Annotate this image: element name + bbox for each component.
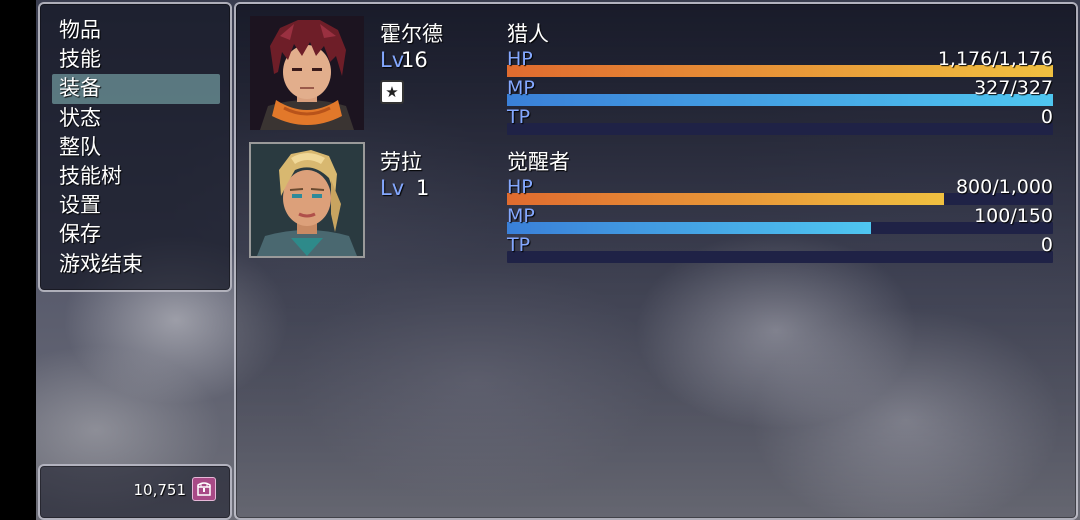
tp-gauge-track	[507, 123, 1053, 135]
level-value: 1	[416, 176, 430, 200]
hp-label: HP	[507, 48, 533, 70]
tp-label: TP	[507, 234, 531, 256]
level-value: 16	[401, 48, 428, 72]
command-menu: 物品 技能 装备 状态 整队 技能树 设置 保存 游戏结束	[52, 16, 220, 279]
mp-label: MP	[507, 77, 535, 99]
party-status-window: 霍尔德 Lv 16 ★ 猎人 HP 1,176/1,176 MP 327/327…	[234, 2, 1078, 520]
mp-label: MP	[507, 205, 535, 227]
actor-name: 霍尔德	[380, 22, 443, 46]
menu-item-skills[interactable]: 技能	[52, 45, 220, 74]
menu-item-formation[interactable]: 整队	[52, 133, 220, 162]
tp-value: 0	[1040, 106, 1053, 128]
mp-gauge-track	[507, 94, 1053, 106]
gold-value: 10,751	[133, 481, 187, 499]
portrait-hold	[250, 16, 364, 130]
mp-value: 327/327	[974, 77, 1053, 99]
hp-label: HP	[507, 176, 533, 198]
menu-item-options[interactable]: 设置	[52, 191, 220, 220]
actor-name: 劳拉	[380, 150, 422, 174]
tp-gauge: TP 0	[507, 234, 1053, 263]
tp-value: 0	[1040, 234, 1053, 256]
gold-window: 10,751	[38, 464, 232, 520]
treasure-chest-icon	[192, 477, 216, 501]
hp-gauge-fill	[507, 193, 944, 205]
tp-label: TP	[507, 106, 531, 128]
menu-item-skill-tree[interactable]: 技能树	[52, 162, 220, 191]
menu-item-game-end[interactable]: 游戏结束	[52, 250, 220, 279]
portrait-laura	[249, 142, 365, 258]
command-menu-window: 物品 技能 装备 状态 整队 技能树 设置 保存 游戏结束	[38, 2, 232, 292]
actor-class: 觉醒者	[507, 150, 570, 174]
menu-item-equip[interactable]: 装备	[52, 74, 220, 104]
mp-gauge-fill	[507, 94, 1053, 106]
mp-gauge: MP 327/327	[507, 77, 1053, 106]
mp-gauge-fill	[507, 222, 871, 234]
star-icon: ★	[380, 80, 404, 104]
tp-gauge: TP 0	[507, 106, 1053, 135]
tp-gauge-track	[507, 251, 1053, 263]
hp-value: 800/1,000	[955, 176, 1053, 198]
menu-item-save[interactable]: 保存	[52, 220, 220, 249]
hp-gauge: HP 800/1,000	[507, 176, 1053, 205]
hp-gauge: HP 1,176/1,176	[507, 48, 1053, 77]
menu-item-items[interactable]: 物品	[52, 16, 220, 45]
menu-item-status[interactable]: 状态	[52, 104, 220, 133]
mp-value: 100/150	[974, 205, 1053, 227]
mp-gauge-track	[507, 222, 1053, 234]
mp-gauge: MP 100/150	[507, 205, 1053, 234]
actor-class: 猎人	[507, 22, 549, 46]
hp-value: 1,176/1,176	[937, 48, 1053, 70]
level-label: Lv	[380, 176, 405, 200]
